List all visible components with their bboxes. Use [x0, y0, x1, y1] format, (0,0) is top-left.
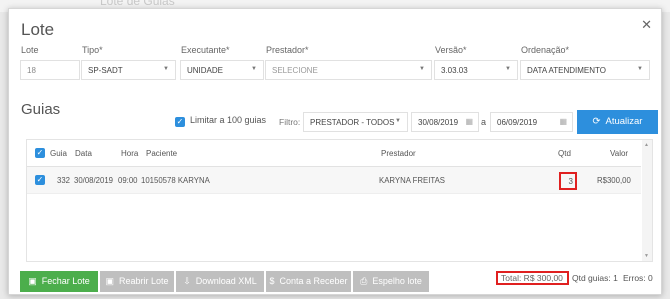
- calendar-icon: ▦: [465, 117, 473, 126]
- ordenacao-value: DATA ATENDIMENTO: [527, 66, 606, 75]
- erros-count: Erros: 0: [623, 273, 653, 283]
- col-qtd: Qtd: [558, 149, 571, 158]
- filter-value: PRESTADOR - TODOS: [310, 118, 395, 127]
- refresh-button[interactable]: ⟳ Atualizar: [577, 110, 658, 134]
- filter-select[interactable]: PRESTADOR - TODOS ▼: [303, 112, 408, 132]
- ordenacao-select[interactable]: DATA ATENDIMENTO ▼: [520, 60, 650, 80]
- cell-prestador: KARYNA FREITAS: [379, 176, 446, 185]
- col-hora: Hora: [121, 149, 139, 158]
- date-separator: a: [481, 117, 487, 127]
- versao-label: Versão*: [435, 45, 467, 55]
- close-icon[interactable]: ✕: [641, 17, 652, 33]
- table-header: ✓ Guia Data Hora Paciente Prestador Qtd …: [27, 140, 641, 167]
- table-scrollbar[interactable]: ▲ ▼: [642, 140, 652, 261]
- scroll-down-icon[interactable]: ▼: [644, 253, 649, 259]
- date-from-field[interactable]: 30/08/2019 ▦: [411, 112, 479, 132]
- guias-table: ✓ Guia Data Hora Paciente Prestador Qtd …: [26, 139, 653, 262]
- col-paciente: Paciente: [146, 149, 178, 158]
- cell-qtd: 3: [559, 172, 577, 190]
- col-data: Data: [75, 149, 92, 158]
- checkbox-checked-icon: ✓: [175, 117, 185, 127]
- background-heading: Lote de Guias: [100, 0, 175, 8]
- filter-label: Filtro:: [279, 117, 301, 127]
- executante-select[interactable]: UNIDADE ▼: [180, 60, 264, 80]
- lote-value: 18: [27, 66, 36, 75]
- tipo-label: Tipo*: [82, 45, 103, 55]
- folder-icon: ▣: [28, 276, 37, 286]
- conta-receber-label: Conta a Receber: [279, 276, 348, 286]
- date-to-field[interactable]: 06/09/2019 ▦: [490, 112, 573, 132]
- lote-modal: Lote ✕ Lote Tipo* Executante* Prestador*…: [8, 8, 662, 295]
- espelho-lote-button[interactable]: ⎙ Espelho lote: [353, 271, 429, 292]
- col-prestador: Prestador: [381, 149, 416, 158]
- cell-hora: 09:00: [118, 176, 138, 185]
- cell-paciente: 10150578 KARYNA: [141, 176, 210, 185]
- espelho-lote-label: Espelho lote: [372, 276, 422, 286]
- download-xml-button[interactable]: ⇩ Download XML: [176, 271, 264, 292]
- date-from-value: 30/08/2019: [418, 118, 459, 127]
- ordenacao-label: Ordenação*: [521, 45, 570, 55]
- prestador-value: SELECIONE: [272, 66, 318, 75]
- lote-label: Lote: [21, 45, 39, 55]
- reabrir-lote-label: Reabrir Lote: [118, 276, 169, 286]
- qtd-guias: Qtd guias: 1: [572, 273, 618, 283]
- limit-label: Limitar a 100 guias: [190, 115, 267, 125]
- chevron-down-icon: ▼: [637, 66, 643, 72]
- calendar-icon: ▦: [559, 117, 567, 126]
- select-all-checkbox[interactable]: ✓: [35, 148, 45, 158]
- total-value: Total: R$ 300,00: [496, 271, 569, 285]
- table-row[interactable]: ✓ 332 30/08/2019 09:00 10150578 KARYNA K…: [27, 167, 641, 194]
- scroll-up-icon[interactable]: ▲: [644, 142, 649, 148]
- date-to-value: 06/09/2019: [497, 118, 538, 127]
- dollar-icon: $: [269, 276, 275, 286]
- chevron-down-icon: ▼: [163, 66, 169, 72]
- prestador-label: Prestador*: [266, 45, 309, 55]
- prestador-select[interactable]: SELECIONE ▼: [265, 60, 432, 80]
- fechar-lote-label: Fechar Lote: [41, 276, 90, 286]
- limit-checkbox[interactable]: ✓ Limitar a 100 guias: [175, 115, 266, 127]
- chevron-down-icon: ▼: [505, 66, 511, 72]
- row-checkbox[interactable]: ✓: [35, 175, 45, 185]
- versao-value: 3.03.03: [441, 66, 468, 75]
- versao-select[interactable]: 3.03.03 ▼: [434, 60, 518, 80]
- print-icon: ⎙: [360, 276, 368, 286]
- refresh-label: Atualizar: [605, 116, 643, 127]
- cell-guia: 332: [57, 176, 71, 185]
- folder-icon: ▣: [105, 276, 114, 286]
- conta-receber-button[interactable]: $ Conta a Receber: [266, 271, 351, 292]
- guias-title: Guias: [21, 101, 61, 118]
- fechar-lote-button[interactable]: ▣ Fechar Lote: [20, 271, 98, 292]
- col-guia: Guia: [50, 149, 67, 158]
- executante-value: UNIDADE: [187, 66, 224, 75]
- download-xml-label: Download XML: [195, 276, 257, 286]
- cell-valor: R$300,00: [597, 176, 631, 185]
- chevron-down-icon: ▼: [419, 66, 425, 72]
- cell-data: 30/08/2019: [74, 176, 114, 185]
- refresh-icon: ⟳: [592, 116, 601, 127]
- tipo-select[interactable]: SP-SADT ▼: [81, 60, 176, 80]
- executante-label: Executante*: [181, 45, 230, 55]
- reabrir-lote-button[interactable]: ▣ Reabrir Lote: [100, 271, 174, 292]
- download-icon: ⇩: [183, 276, 191, 286]
- col-valor: Valor: [610, 149, 629, 158]
- lote-field[interactable]: 18: [20, 60, 80, 80]
- modal-title: Lote: [21, 20, 55, 39]
- chevron-down-icon: ▼: [251, 66, 257, 72]
- chevron-down-icon: ▼: [395, 118, 401, 124]
- tipo-value: SP-SADT: [88, 66, 123, 75]
